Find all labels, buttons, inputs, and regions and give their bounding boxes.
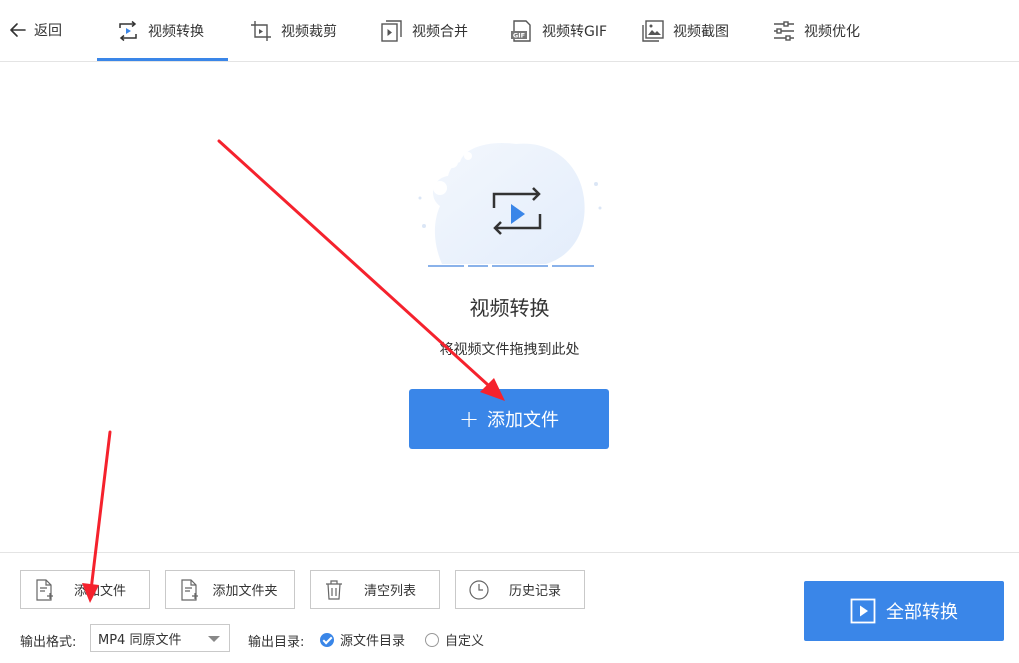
tab-label: 视频转换 [148,23,204,40]
tab-label: 视频转GIF [542,23,608,40]
video-convert-illustration [418,142,602,267]
clear-list-button[interactable]: 清空列表 [310,570,440,609]
convert-all-button[interactable]: 全部转换 [804,581,1004,641]
tab-video-screenshot[interactable]: 视频截图 [641,0,729,61]
chevron-down-icon [208,636,220,642]
add-file-label: 添加文件 [73,584,126,599]
output-format-label: 输出格式: [20,635,77,650]
add-folder-label: 添加文件夹 [212,584,278,599]
video-merge-icon [381,19,402,42]
radio-unchecked-icon [425,632,439,647]
drop-hint: 将视频文件拖拽到此处 [439,342,580,358]
active-tab-indicator [97,58,228,61]
radio-source-dir[interactable]: 源文件目录 [320,630,405,649]
clear-list-label: 清空列表 [363,584,416,599]
add-file-button[interactable]: 添加文件 [20,570,150,609]
plus-icon: + [458,405,480,433]
tab-label: 视频合并 [412,23,468,40]
video-convert-icon [119,20,137,41]
arrow-left-icon [10,23,26,37]
video-optimize-icon [774,20,794,41]
svg-text:GIF: GIF [513,31,525,39]
output-dir-label: 输出目录: [248,635,305,650]
convert-all-label: 全部转换 [886,602,958,623]
tab-label: 视频截图 [673,23,729,40]
top-nav-bar: 返回 视频转换 视频裁剪 视频合并 GIF 视频转GIF 视频截图 视频优化 [0,0,1019,62]
tab-video-gif[interactable]: GIF 视频转GIF [510,0,607,61]
video-gif-icon: GIF [511,19,531,42]
tab-label: 视频裁剪 [281,23,337,40]
radio-custom-label: 自定义 [445,634,485,649]
back-button[interactable]: 返回 [8,0,62,60]
play-icon [850,598,876,624]
add-folder-button[interactable]: 添加文件夹 [165,570,295,609]
hero-title: 视频转换 [469,296,550,320]
add-file-button-main[interactable]: + 添加文件 [409,389,609,449]
tab-label: 视频优化 [804,23,860,40]
back-label: 返回 [34,23,62,39]
annotation-arrows [82,139,505,603]
add-file-label: 添加文件 [487,410,560,431]
history-label: 历史记录 [508,584,561,599]
bottom-divider [0,552,1019,553]
radio-source-label: 源文件目录 [340,634,406,649]
radio-checked-icon [320,632,334,647]
video-crop-icon [251,20,271,41]
output-format-select[interactable]: MP4 同原文件 [90,624,230,652]
tab-video-merge[interactable]: 视频合并 [380,0,468,61]
output-format-value: MP4 同原文件 [98,632,182,648]
tab-video-convert[interactable]: 视频转换 [116,0,204,61]
history-button[interactable]: 历史记录 [455,570,585,609]
tab-video-optimize[interactable]: 视频优化 [772,0,860,61]
video-screenshot-icon [642,19,664,42]
radio-custom-dir[interactable]: 自定义 [425,630,484,649]
tab-video-crop[interactable]: 视频裁剪 [249,0,337,61]
